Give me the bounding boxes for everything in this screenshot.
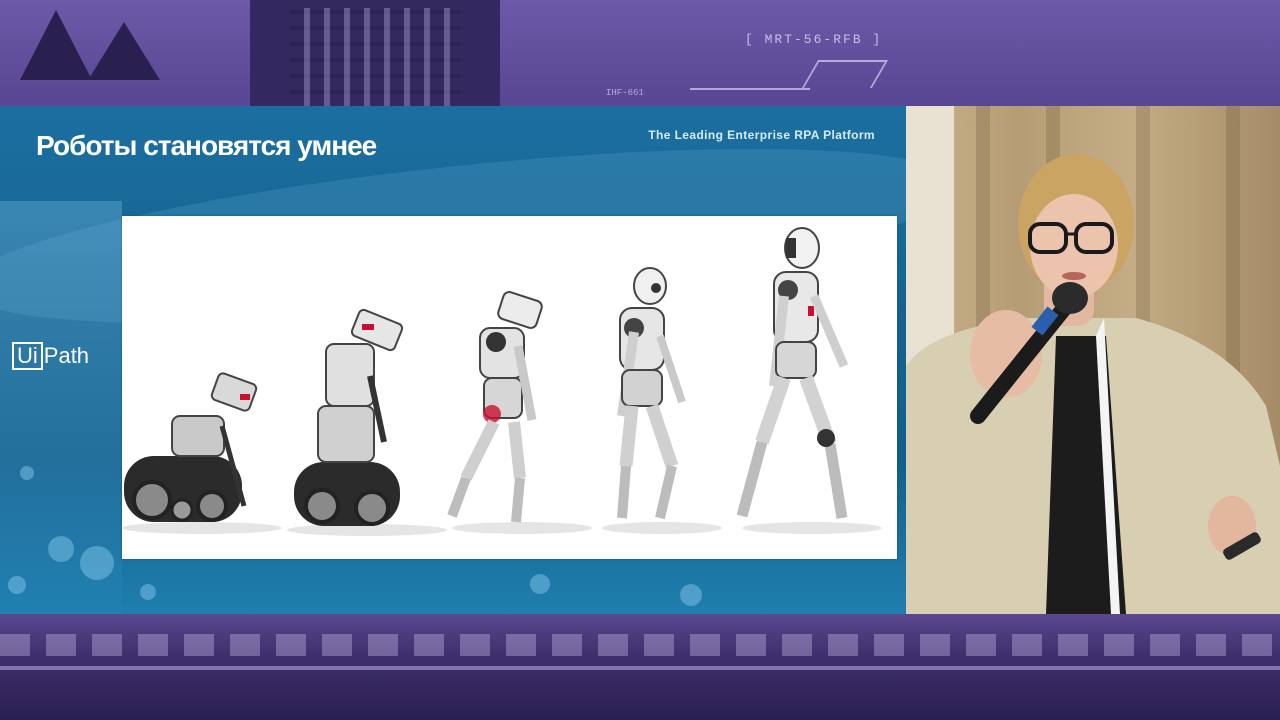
building-spire-left: [20, 10, 92, 80]
office-building: [250, 0, 500, 106]
tech-small-label: IHF-661: [606, 88, 644, 98]
building-spire-right: [88, 22, 160, 80]
presentation-slide: Роботы становятся умнее The Leading Ente…: [0, 106, 906, 614]
waterfront-scene: [0, 614, 1280, 720]
robot-stage-2: [294, 308, 404, 526]
robot-stage-5: [736, 227, 849, 519]
tech-label: [ MRT-56-RFB ]: [745, 32, 883, 47]
robot-evolution-image: [122, 216, 897, 559]
bokeh-dot: [680, 584, 702, 606]
robot-evolution-illustration: [122, 227, 882, 536]
tech-line: [690, 88, 810, 90]
bokeh-dot: [530, 574, 550, 594]
bokeh-dot: [80, 546, 114, 580]
logo-box-text: Ui: [12, 342, 43, 370]
robot-stage-3: [447, 291, 543, 523]
bokeh-dot: [140, 584, 156, 600]
face: [1030, 194, 1118, 298]
robot-stage-4: [617, 267, 686, 520]
bokeh-dot: [20, 466, 34, 480]
floor-shadows: [122, 522, 882, 536]
presenter-with-microphone: [906, 154, 1280, 614]
robot-stage-1: [124, 372, 258, 522]
logo-rest-text: Path: [43, 343, 90, 368]
uipath-logo: Ui Path: [12, 342, 89, 370]
lips: [1062, 272, 1086, 280]
tech-line-bend: [801, 60, 889, 88]
bokeh-dot: [8, 576, 26, 594]
speaker-video: [906, 106, 1280, 614]
bokeh-dot: [48, 536, 74, 562]
slide-title: Роботы становятся умнее: [36, 130, 377, 161]
slide-tagline: The Leading Enterprise RPA Platform: [648, 128, 875, 142]
